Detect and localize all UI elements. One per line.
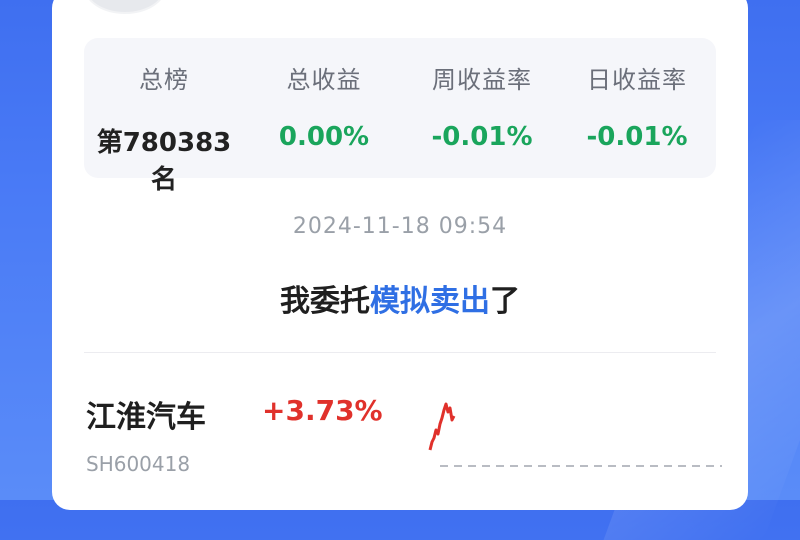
stock-change: +3.73% — [262, 394, 383, 427]
stat-daily-return[interactable]: 日收益率 -0.01% — [558, 38, 716, 178]
stat-total-rank[interactable]: 总榜 第780383名 — [84, 38, 244, 195]
stat-label: 总收益 — [286, 66, 362, 94]
stat-value: -0.01% — [431, 122, 533, 152]
stock-code: SH600418 — [86, 452, 191, 476]
stat-label: 周收益率 — [432, 66, 532, 94]
post-action-text: 我委托模拟卖出了 — [0, 276, 800, 320]
sparkline-price-line — [428, 402, 456, 451]
stat-total-return[interactable]: 总收益 0.00% — [244, 38, 404, 178]
action-prefix: 我委托 — [280, 284, 370, 319]
stat-value: -0.01% — [586, 122, 688, 152]
stat-label: 日收益率 — [587, 66, 687, 94]
stock-sparkline[interactable] — [420, 390, 730, 490]
stat-weekly-return[interactable]: 周收益率 -0.01% — [402, 38, 562, 178]
stats-panel: 总榜 第780383名 总收益 0.00% 周收益率 -0.01% 日收益率 -… — [84, 38, 716, 195]
stat-value: 0.00% — [278, 122, 370, 152]
stock-name[interactable]: 江淮汽车 — [86, 392, 206, 436]
divider — [84, 352, 716, 353]
stat-value: 第780383名 — [96, 128, 232, 195]
action-suffix: 了 — [490, 284, 520, 319]
simulated-sell-link[interactable]: 模拟卖出 — [370, 284, 490, 319]
post-timestamp: 2024-11-18 09:54 — [292, 214, 508, 239]
stat-label: 总榜 — [139, 66, 189, 94]
